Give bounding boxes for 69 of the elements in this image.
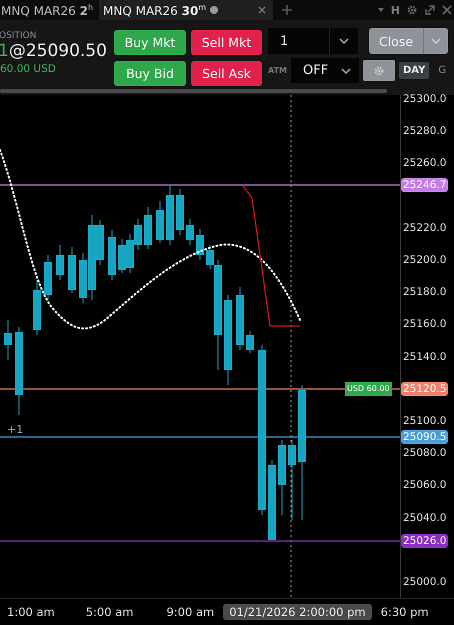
axis-label: 25220.0 [403, 220, 446, 235]
axis-label: 25200.0 [403, 253, 446, 267]
price-line[interactable] [0, 436, 400, 438]
axis-label: 5:00 am [86, 605, 134, 619]
position-quantity: 1 [0, 41, 9, 61]
caret-icon [338, 36, 350, 46]
position-price: @25090.50 [8, 41, 107, 61]
candle [4, 320, 12, 360]
crosshair-time-label: 01/21/2026 2:00:00 pm [223, 604, 372, 620]
close-tab-icon[interactable] [257, 5, 268, 15]
order-type-label[interactable]: G [438, 65, 446, 76]
axis-label: 25160.0 [403, 317, 446, 332]
axis-label: 25140.0 [403, 350, 446, 364]
candle [156, 200, 164, 244]
axis-label: 25000.0 [403, 575, 446, 589]
candle [246, 330, 254, 354]
position-marker: +1 [7, 423, 24, 436]
quantity-dropdown[interactable]: 1 [268, 28, 358, 54]
atm-label: ATM [268, 66, 288, 75]
settings-icon[interactable] [406, 4, 418, 16]
sell-button[interactable]: Sell Ask [191, 61, 262, 86]
settings-icon [373, 64, 385, 76]
buy-button[interactable]: Buy Bid [114, 61, 186, 86]
popout-icon[interactable] [424, 4, 436, 16]
chart-tab[interactable]: MNQ MAR26 2$^{h}$ [0, 0, 98, 20]
candle [68, 246, 76, 294]
candle [196, 228, 204, 260]
price-tag[interactable]: 25090.5 [401, 430, 448, 444]
position-pnl: 60.00 USD [0, 63, 57, 75]
axis-label: 25040.0 [403, 510, 446, 525]
candle [176, 188, 184, 236]
candle [108, 230, 116, 280]
candle [236, 286, 244, 350]
price-tag[interactable]: 25026.0 [401, 534, 448, 548]
day-button[interactable]: DAY [399, 62, 430, 79]
sell-button[interactable]: Sell Mkt [191, 30, 262, 55]
axis-label: 25280.0 [403, 124, 446, 138]
close-icon[interactable] [442, 5, 452, 15]
candle [186, 218, 194, 246]
axis-label: 25300.0 [403, 92, 446, 106]
caret-icon [340, 66, 352, 76]
axis-label: 1:00 am [7, 605, 55, 619]
chart-tab[interactable]: MNQ MAR26 30$^{m}$ [99, 0, 274, 20]
candle [166, 184, 174, 246]
window-control[interactable]: H [390, 4, 400, 16]
axis-label: 25060.0 [403, 478, 446, 492]
buy-button[interactable]: Buy Mkt [114, 30, 186, 55]
axis-label: 25080.0 [403, 446, 446, 460]
candle [44, 254, 52, 300]
caret-icon [430, 36, 442, 46]
axis-label: 25260.0 [403, 156, 446, 170]
candle [56, 244, 64, 280]
atm-dropdown[interactable]: OFF [291, 58, 359, 83]
axis-label: 6:30 pm [380, 605, 429, 619]
price-line[interactable] [0, 184, 400, 186]
settings-button[interactable] [363, 60, 395, 81]
candle [33, 280, 41, 336]
position-pnl-tag: USD 60.00 [345, 382, 392, 396]
add-tab-icon[interactable] [281, 4, 294, 16]
candle [144, 206, 152, 250]
axis-label: 25100.0 [403, 414, 446, 428]
dropdown-button[interactable] [423, 28, 448, 54]
price-tag[interactable]: 25246.7 [401, 178, 448, 192]
scrollbar[interactable] [0, 89, 387, 93]
axis-label: 25180.0 [403, 285, 446, 300]
close-button[interactable]: Close [369, 28, 423, 54]
price-tag[interactable]: 25120.5 [401, 382, 448, 396]
axis-label: 9:00 am [166, 605, 214, 619]
dropdown-caret-icon[interactable] [376, 6, 385, 14]
